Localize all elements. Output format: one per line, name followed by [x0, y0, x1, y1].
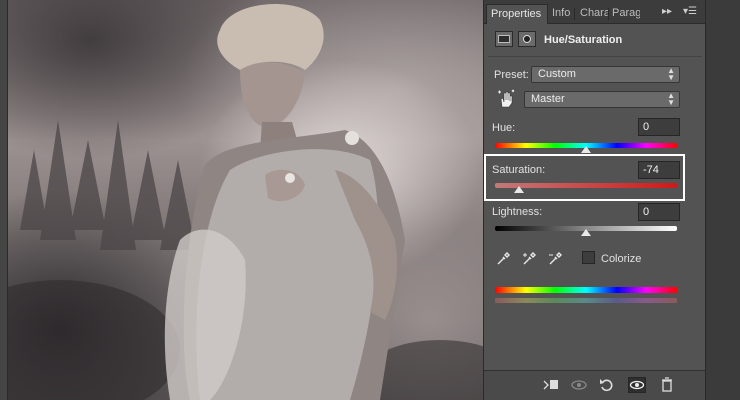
- updown-arrow-icon: ▲ ▼: [667, 66, 675, 82]
- eyedropper-minus-icon[interactable]: [548, 252, 562, 266]
- hue-label: Hue:: [492, 122, 516, 134]
- clip-to-layer-icon[interactable]: [542, 377, 560, 393]
- view-previous-state-icon[interactable]: [570, 377, 588, 393]
- panel-bottom-bar: [484, 370, 706, 400]
- eyedropper-icon[interactable]: [496, 252, 510, 266]
- preset-value: Custom: [538, 68, 576, 80]
- colorize-label: Colorize: [601, 253, 642, 265]
- tab-character[interactable]: Chara: [576, 4, 608, 24]
- channel-dropdown[interactable]: Master ▲ ▼: [524, 91, 680, 108]
- colorize-checkbox[interactable]: [582, 251, 595, 264]
- tab-properties[interactable]: Properties: [486, 4, 548, 24]
- right-dock-strip: [705, 0, 740, 400]
- preset-dropdown[interactable]: Custom ▲ ▼: [531, 66, 680, 83]
- header-divider: [488, 56, 702, 57]
- tab-info[interactable]: Info: [548, 4, 574, 24]
- tab-separator: [574, 8, 575, 20]
- reset-icon[interactable]: [598, 377, 616, 393]
- channel-value: Master: [531, 93, 565, 105]
- tab-paragraph[interactable]: Parag: [608, 4, 640, 24]
- updown-arrow-icon: ▲ ▼: [667, 91, 675, 107]
- lightness-slider-thumb[interactable]: [581, 229, 591, 236]
- woman-figure: [164, 3, 405, 400]
- expand-panels-icon[interactable]: ▸▸: [662, 6, 672, 17]
- layer-mask-icon[interactable]: [518, 31, 536, 47]
- visibility-eye-icon[interactable]: [628, 377, 646, 393]
- document-canvas[interactable]: [0, 0, 483, 400]
- eyedropper-plus-icon[interactable]: [522, 252, 536, 266]
- targeted-adjustment-hand-icon[interactable]: [496, 89, 516, 109]
- trash-icon[interactable]: [658, 377, 676, 393]
- panel-tab-bar: Properties Info Chara Parag ▸▸ ▾☰: [484, 0, 706, 24]
- panel-menu-icon[interactable]: ▾☰: [683, 6, 697, 17]
- lightness-label: Lightness:: [492, 206, 543, 218]
- input-spectrum-bar: [495, 287, 677, 293]
- adjustment-layer-icon[interactable]: [495, 31, 513, 47]
- hue-slider-thumb[interactable]: [581, 146, 591, 153]
- canvas-left-edge: [0, 0, 8, 400]
- properties-panel: Properties Info Chara Parag ▸▸ ▾☰ Hue/Sa…: [483, 0, 706, 400]
- hue-input[interactable]: 0: [638, 118, 680, 136]
- lightness-input[interactable]: 0: [638, 203, 680, 221]
- preset-label: Preset:: [494, 69, 529, 81]
- adjustment-title: Hue/Saturation: [544, 34, 623, 46]
- saturation-highlight-box: [484, 154, 685, 201]
- output-spectrum-bar: [495, 298, 677, 303]
